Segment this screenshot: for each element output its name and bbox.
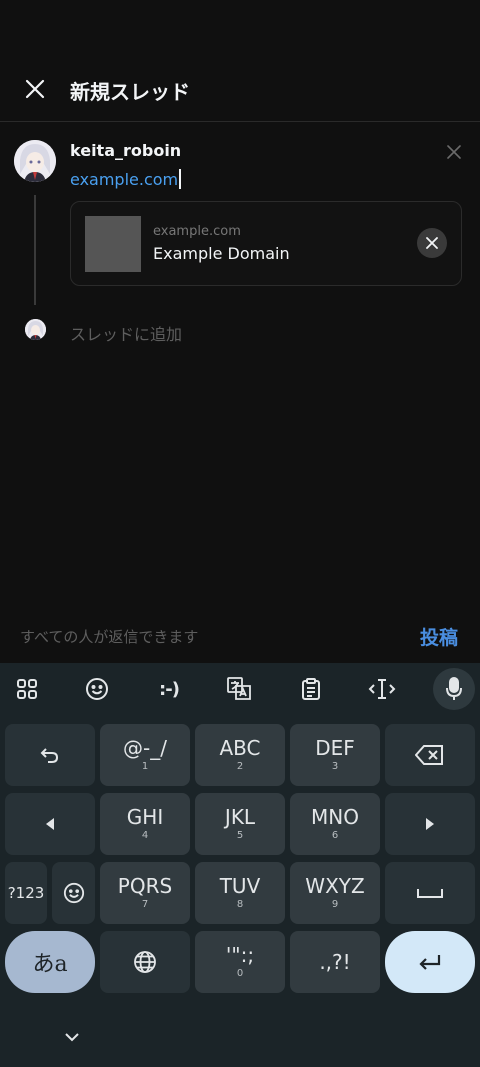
add-to-thread[interactable]: スレッドに追加 bbox=[70, 321, 182, 345]
close-icon bbox=[25, 79, 45, 99]
key-label: TUV bbox=[219, 874, 261, 898]
key-4[interactable]: GHI 4 bbox=[100, 793, 190, 855]
space-icon bbox=[417, 889, 443, 898]
reply-setting[interactable]: すべての人が返信できます bbox=[20, 626, 198, 647]
key-5[interactable]: JKL 5 bbox=[195, 793, 285, 855]
smiley-icon bbox=[86, 678, 108, 700]
close-icon bbox=[426, 237, 438, 249]
avatar-small bbox=[25, 319, 46, 340]
chevron-down-icon bbox=[65, 1032, 79, 1041]
key-label: '":; bbox=[225, 943, 255, 967]
key-label: あa bbox=[32, 952, 68, 977]
emoticon-button[interactable]: :-) bbox=[152, 675, 186, 703]
translate-button[interactable] bbox=[225, 675, 253, 703]
key-0[interactable]: '":; 0 bbox=[195, 931, 285, 993]
key-sublabel: 3 bbox=[331, 761, 339, 772]
page-title: 新規スレッド bbox=[70, 80, 190, 104]
key-3[interactable]: DEF 3 bbox=[290, 724, 380, 786]
keyboard: :-) @-_/ 1 ABC 2 DEF 3 GHI 4 JKL 5 MNO 6… bbox=[0, 663, 480, 1067]
key-label: ?123 bbox=[7, 884, 45, 902]
key-7[interactable]: PQRS 7 bbox=[100, 862, 190, 924]
link-preview-card[interactable]: example.com Example Domain bbox=[70, 201, 462, 286]
punctuation-key[interactable]: .,?! bbox=[290, 931, 380, 993]
kana-toggle-key[interactable]: あa bbox=[5, 931, 95, 993]
symbols-mode-key[interactable]: ?123 bbox=[5, 862, 47, 924]
link-title: Example Domain bbox=[153, 244, 290, 263]
hide-keyboard-button[interactable] bbox=[62, 1029, 82, 1045]
post-text-input[interactable]: example.com bbox=[70, 169, 182, 189]
emoji-key[interactable] bbox=[52, 862, 95, 924]
arrow-left-icon bbox=[46, 818, 54, 830]
language-key[interactable] bbox=[100, 931, 190, 993]
key-label: PQRS bbox=[117, 874, 173, 898]
key-sublabel: 1 bbox=[141, 761, 149, 772]
keyboard-toolbar: :-) bbox=[0, 663, 480, 713]
key-sublabel: 9 bbox=[331, 899, 339, 910]
key-label: JKL bbox=[224, 805, 256, 829]
key-6[interactable]: MNO 6 bbox=[290, 793, 380, 855]
key-sublabel: 0 bbox=[236, 968, 244, 979]
close-icon bbox=[447, 145, 461, 159]
post-button[interactable]: 投稿 bbox=[420, 623, 458, 650]
globe-icon bbox=[134, 951, 156, 973]
key-sublabel: 6 bbox=[331, 830, 339, 841]
thread-line bbox=[34, 195, 36, 305]
cursor-right-key[interactable] bbox=[385, 793, 475, 855]
backspace-key[interactable] bbox=[385, 724, 475, 786]
header: 新規スレッド bbox=[0, 60, 480, 122]
arrow-right-icon bbox=[426, 818, 434, 830]
emoji-button[interactable] bbox=[83, 675, 111, 703]
key-sublabel: 7 bbox=[141, 899, 149, 910]
key-1[interactable]: @-_/ 1 bbox=[100, 724, 190, 786]
avatar bbox=[14, 140, 56, 182]
key-label: GHI bbox=[126, 805, 164, 829]
key-sublabel: 5 bbox=[236, 830, 244, 841]
text-caret bbox=[179, 169, 182, 189]
microphone-icon bbox=[446, 677, 462, 700]
close-button[interactable] bbox=[20, 74, 50, 104]
key-label: DEF bbox=[315, 736, 355, 760]
key-9[interactable]: WXYZ 9 bbox=[290, 862, 380, 924]
key-label: ABC bbox=[219, 736, 261, 760]
link-domain: example.com bbox=[153, 224, 241, 239]
backspace-icon bbox=[415, 745, 443, 765]
translate-icon bbox=[227, 677, 251, 700]
key-8[interactable]: TUV 8 bbox=[195, 862, 285, 924]
cursor-left-key[interactable] bbox=[5, 793, 95, 855]
link-thumbnail bbox=[85, 216, 141, 272]
grid-icon bbox=[17, 679, 37, 699]
key-label: MNO bbox=[311, 805, 359, 829]
undo-icon bbox=[40, 748, 59, 763]
clipboard-icon bbox=[302, 678, 320, 700]
key-sublabel: 2 bbox=[236, 761, 244, 772]
remove-link-button[interactable] bbox=[417, 228, 447, 258]
smiley-icon bbox=[63, 882, 84, 904]
key-sublabel: 4 bbox=[141, 830, 149, 841]
key-sublabel: 8 bbox=[236, 899, 244, 910]
post-text: example.com bbox=[70, 170, 179, 189]
space-key[interactable] bbox=[385, 862, 475, 924]
key-2[interactable]: ABC 2 bbox=[195, 724, 285, 786]
voice-input-button[interactable] bbox=[433, 668, 475, 710]
remove-post-button[interactable] bbox=[444, 142, 464, 162]
key-label: WXYZ bbox=[305, 874, 365, 898]
key-label: @-_/ bbox=[123, 736, 167, 760]
clipboard-button[interactable] bbox=[297, 675, 325, 703]
apps-grid-button[interactable] bbox=[13, 675, 41, 703]
enter-key[interactable] bbox=[385, 931, 475, 993]
cursor-control-button[interactable] bbox=[368, 675, 396, 703]
username: keita_roboin bbox=[70, 141, 182, 160]
undo-key[interactable] bbox=[5, 724, 95, 786]
text-cursor-icon bbox=[368, 679, 396, 699]
enter-icon bbox=[419, 955, 441, 970]
key-label: .,?! bbox=[319, 950, 351, 974]
new-thread-screen: 新規スレッド keita_roboin example.com example.… bbox=[0, 0, 480, 663]
